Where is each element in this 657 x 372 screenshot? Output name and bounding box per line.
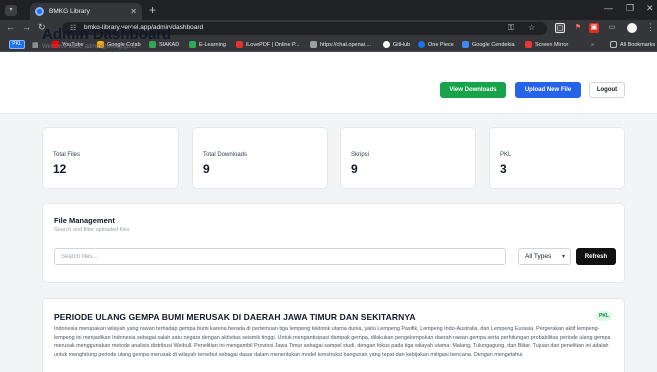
- bookmark-item[interactable]: https://chat.openai....: [310, 40, 371, 49]
- close-tab-icon[interactable]: ✕: [130, 7, 137, 16]
- refresh-button[interactable]: Refresh: [576, 248, 616, 265]
- stat-card-total-files: Total Files 12: [42, 127, 179, 189]
- screen-mirror-icon: [525, 41, 532, 48]
- bookmark-item[interactable]: Screen Mirror: [525, 40, 568, 49]
- file-management-subtitle: Search and filter uploaded files: [54, 227, 130, 233]
- pkl-bookmark-icon[interactable]: PKL: [9, 40, 25, 49]
- bookmark-label: https://chat.openai....: [320, 41, 372, 48]
- stat-label: Total Files: [53, 152, 81, 158]
- more-bookmarks-icon[interactable]: »: [591, 40, 594, 49]
- all-bookmarks-folder[interactable]: All Bookmarks: [610, 40, 655, 49]
- browser-tab-strip: ▾ BMKG Library ✕ + — ❐ ✕: [0, 0, 657, 20]
- bookmark-item[interactable]: GitHub: [383, 40, 410, 49]
- chatgpt-icon: [310, 41, 317, 48]
- stat-value: 9: [203, 162, 210, 176]
- folder-icon: [610, 41, 617, 48]
- stat-card-pkl: PKL 3: [489, 127, 625, 189]
- apps-grid-icon[interactable]: ▦: [32, 40, 39, 49]
- chevron-down-icon: ▾: [561, 254, 565, 260]
- bookmark-item[interactable]: iLovePDF | Online P...: [236, 40, 300, 49]
- stat-label: PKL: [500, 152, 512, 158]
- close-window-icon[interactable]: ✕: [646, 3, 654, 14]
- file-card[interactable]: PERIODE ULANG GEMPA BUMI MERUSAK DI DAER…: [42, 298, 625, 372]
- bookmark-label: E-Learning: [199, 41, 226, 48]
- bookmark-item[interactable]: E-Learning: [189, 40, 226, 49]
- google-scholar-icon: [462, 41, 469, 48]
- elearning-icon: [189, 41, 196, 48]
- back-icon[interactable]: ←: [6, 22, 15, 32]
- bookmark-item[interactable]: One Piece: [418, 40, 454, 49]
- extension-red-icon[interactable]: ▣: [589, 23, 599, 33]
- maximize-icon[interactable]: ❐: [626, 3, 634, 14]
- file-type-badge: PKL: [596, 311, 612, 321]
- view-downloads-button[interactable]: View Downloads: [440, 82, 506, 98]
- bookmark-label: iLovePDF | Online P...: [246, 41, 300, 48]
- file-description: Indonesia merupakan wilayah yang rawan t…: [54, 326, 611, 358]
- bookmark-star-icon[interactable]: ☆: [528, 23, 535, 32]
- page-title: Admin Dashboard: [42, 26, 172, 43]
- stat-value: 3: [500, 162, 507, 176]
- stat-value: 12: [53, 162, 67, 176]
- new-tab-icon[interactable]: +: [149, 3, 156, 17]
- stat-card-total-downloads: Total Downloads 9: [192, 127, 328, 189]
- logout-button[interactable]: Logout: [589, 82, 625, 98]
- tab-title: BMKG Library: [49, 8, 90, 15]
- tab-search-icon[interactable]: ▾: [5, 5, 17, 16]
- stat-card-skripsi: Skripsi 9: [340, 127, 476, 189]
- menu-dots-icon[interactable]: ⋮: [646, 22, 655, 33]
- bookmark-item[interactable]: Google Cendekia: [462, 40, 515, 49]
- type-filter-select[interactable]: All Types ▾: [518, 248, 571, 265]
- bookmark-label: All Bookmarks: [620, 41, 656, 48]
- forward-icon[interactable]: →: [22, 22, 31, 32]
- bookmark-label: Screen Mirror: [535, 41, 569, 48]
- stat-label: Total Downloads: [203, 152, 248, 158]
- onepiece-icon: [418, 41, 425, 48]
- bookmark-label: Google Cendekia: [472, 41, 515, 48]
- stat-label: Skripsi: [351, 152, 370, 158]
- browser-tab[interactable]: BMKG Library ✕: [30, 3, 142, 20]
- upload-new-file-button[interactable]: Upload New File: [515, 82, 581, 98]
- stat-value: 9: [351, 162, 358, 176]
- file-management-card: File Management Search and filter upload…: [42, 203, 625, 283]
- minimize-icon[interactable]: —: [604, 3, 613, 13]
- github-icon: [383, 41, 390, 48]
- bookmark-label: One Piece: [428, 41, 454, 48]
- file-title: PERIODE ULANG GEMPA BUMI MERUSAK DI DAER…: [54, 312, 416, 322]
- profile-avatar-icon[interactable]: [627, 23, 637, 33]
- welcome-text: Welcome back, admin@bmkg.go.id: [42, 44, 137, 50]
- password-key-icon[interactable]: ⚿: [508, 23, 514, 33]
- type-filter-value: All Types: [525, 253, 552, 260]
- extension-icon[interactable]: ▢: [555, 23, 565, 33]
- bookmark-label: GitHub: [393, 41, 411, 48]
- side-panel-icon[interactable]: ▭: [607, 23, 617, 33]
- extension-alert-icon[interactable]: ⚑: [573, 23, 583, 33]
- file-management-title: File Management: [54, 216, 115, 225]
- search-files-input[interactable]: [54, 248, 506, 265]
- ilovepdf-icon: [236, 41, 243, 48]
- favicon-icon: [35, 7, 44, 16]
